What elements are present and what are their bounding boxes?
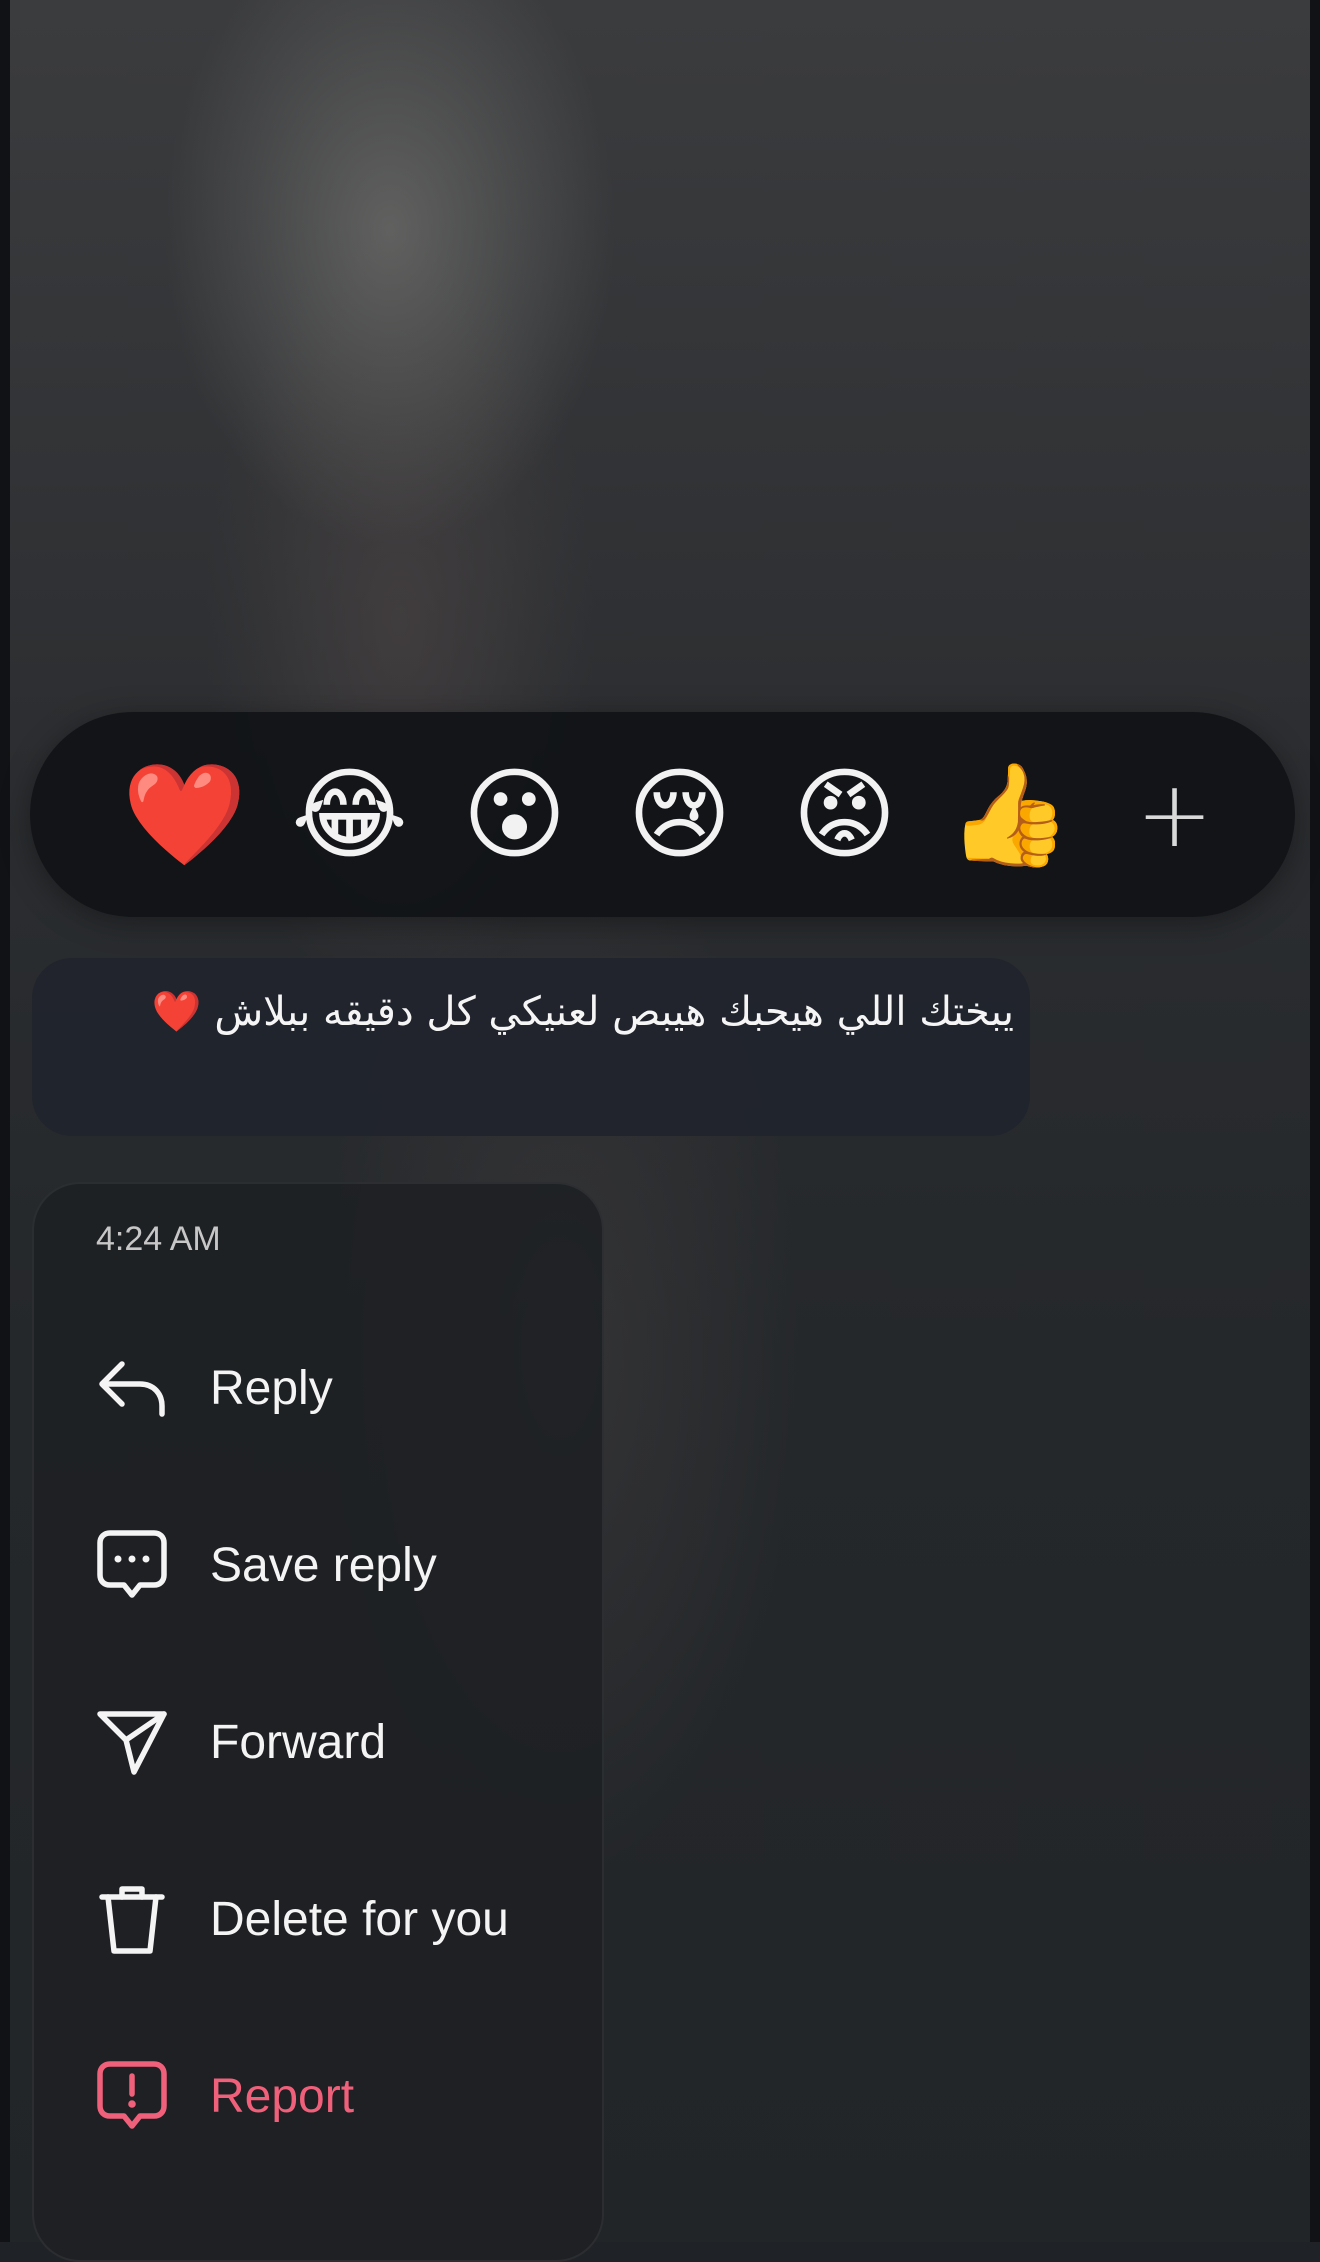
menu-item-label: Delete for you: [210, 1892, 509, 1946]
menu-item-save-reply[interactable]: Save reply: [34, 1505, 602, 1625]
trash-icon: [94, 1881, 170, 1957]
message-text: يبختك اللي هيحبك هيبص لعنيكي كل دقيقه بب…: [151, 989, 1014, 1035]
send-icon: [94, 1704, 170, 1780]
menu-item-label: Report: [210, 2069, 355, 2123]
reaction-heart[interactable]: ❤️: [102, 732, 267, 897]
menu-item-label: Reply: [210, 1361, 333, 1415]
reaction-thumbs-up[interactable]: 👍: [927, 732, 1092, 897]
reaction-bar: ❤️ 😂 😮 😢 😡 👍 +: [30, 712, 1295, 917]
menu-item-delete-for-you[interactable]: Delete for you: [34, 1859, 602, 1979]
more-reactions-button[interactable]: +: [1092, 732, 1257, 897]
reaction-surprised[interactable]: 😮: [432, 732, 597, 897]
message-timestamp: 4:24 AM: [96, 1220, 221, 1258]
chat-bubble-dots-icon: [94, 1527, 170, 1603]
message-bubble[interactable]: يبختك اللي هيحبك هيبص لعنيكي كل دقيقه بب…: [32, 958, 1030, 1136]
reaction-angry[interactable]: 😡: [762, 732, 927, 897]
menu-item-reply[interactable]: Reply: [34, 1328, 602, 1448]
reaction-laughing[interactable]: 😂: [267, 732, 432, 897]
menu-item-label: Save reply: [210, 1538, 437, 1592]
message-context-menu: 4:24 AM Reply Save reply Forward Delete …: [32, 1182, 604, 2262]
screen-edge-right: [1310, 0, 1320, 2242]
reply-icon: [94, 1350, 170, 1426]
reaction-crying[interactable]: 😢: [597, 732, 762, 897]
menu-item-label: Forward: [210, 1715, 387, 1769]
report-icon: [94, 2058, 170, 2134]
menu-item-report[interactable]: Report: [34, 2036, 602, 2156]
menu-item-forward[interactable]: Forward: [34, 1682, 602, 1802]
screen-edge-left: [0, 0, 10, 2242]
